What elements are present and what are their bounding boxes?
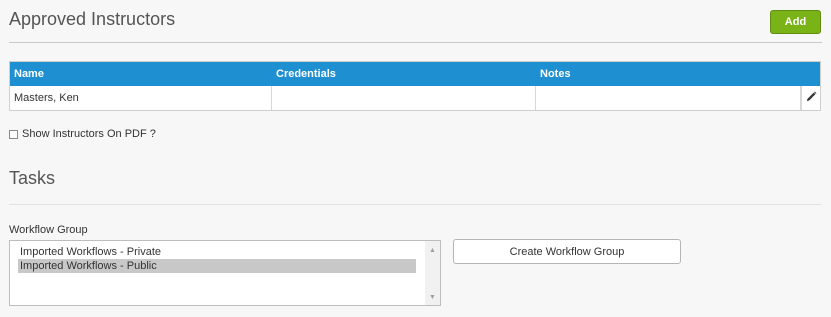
edit-row-button[interactable]	[801, 86, 820, 110]
table-header: Name Credentials Notes	[10, 62, 820, 86]
workflow-group-listbox[interactable]: Imported Workflows - Private Imported Wo…	[9, 240, 441, 306]
instructor-credentials-cell	[272, 86, 536, 110]
show-on-pdf-checkbox[interactable]	[9, 129, 18, 139]
scroll-up-icon[interactable]: ▲	[425, 243, 440, 257]
list-item[interactable]: Imported Workflows - Private	[18, 245, 416, 259]
instructor-notes-cell	[536, 86, 801, 110]
listbox-scrollbar[interactable]: ▲ ▼	[425, 241, 440, 305]
column-header-actions	[801, 62, 820, 86]
instructors-table: Name Credentials Notes Masters, Ken	[9, 61, 821, 111]
instructor-name-cell: Masters, Ken	[10, 86, 272, 110]
pencil-icon	[806, 91, 817, 105]
workflow-group-label: Workflow Group	[9, 224, 88, 236]
section-divider	[9, 204, 822, 205]
tasks-title: Tasks	[9, 168, 56, 188]
column-header-name[interactable]: Name	[10, 62, 272, 86]
list-item[interactable]: Imported Workflows - Public	[18, 259, 416, 273]
add-instructor-button[interactable]: Add	[770, 10, 821, 34]
show-on-pdf-option[interactable]: Show Instructors On PDF ?	[9, 128, 156, 140]
section-divider	[9, 42, 822, 43]
scroll-down-icon[interactable]: ▼	[425, 290, 440, 304]
create-workflow-group-button[interactable]: Create Workflow Group	[453, 239, 681, 264]
column-header-credentials[interactable]: Credentials	[272, 62, 536, 86]
column-header-notes[interactable]: Notes	[536, 62, 801, 86]
show-on-pdf-label: Show Instructors On PDF ?	[22, 128, 156, 140]
table-row[interactable]: Masters, Ken	[10, 86, 820, 110]
approved-instructors-title: Approved Instructors	[9, 9, 176, 29]
